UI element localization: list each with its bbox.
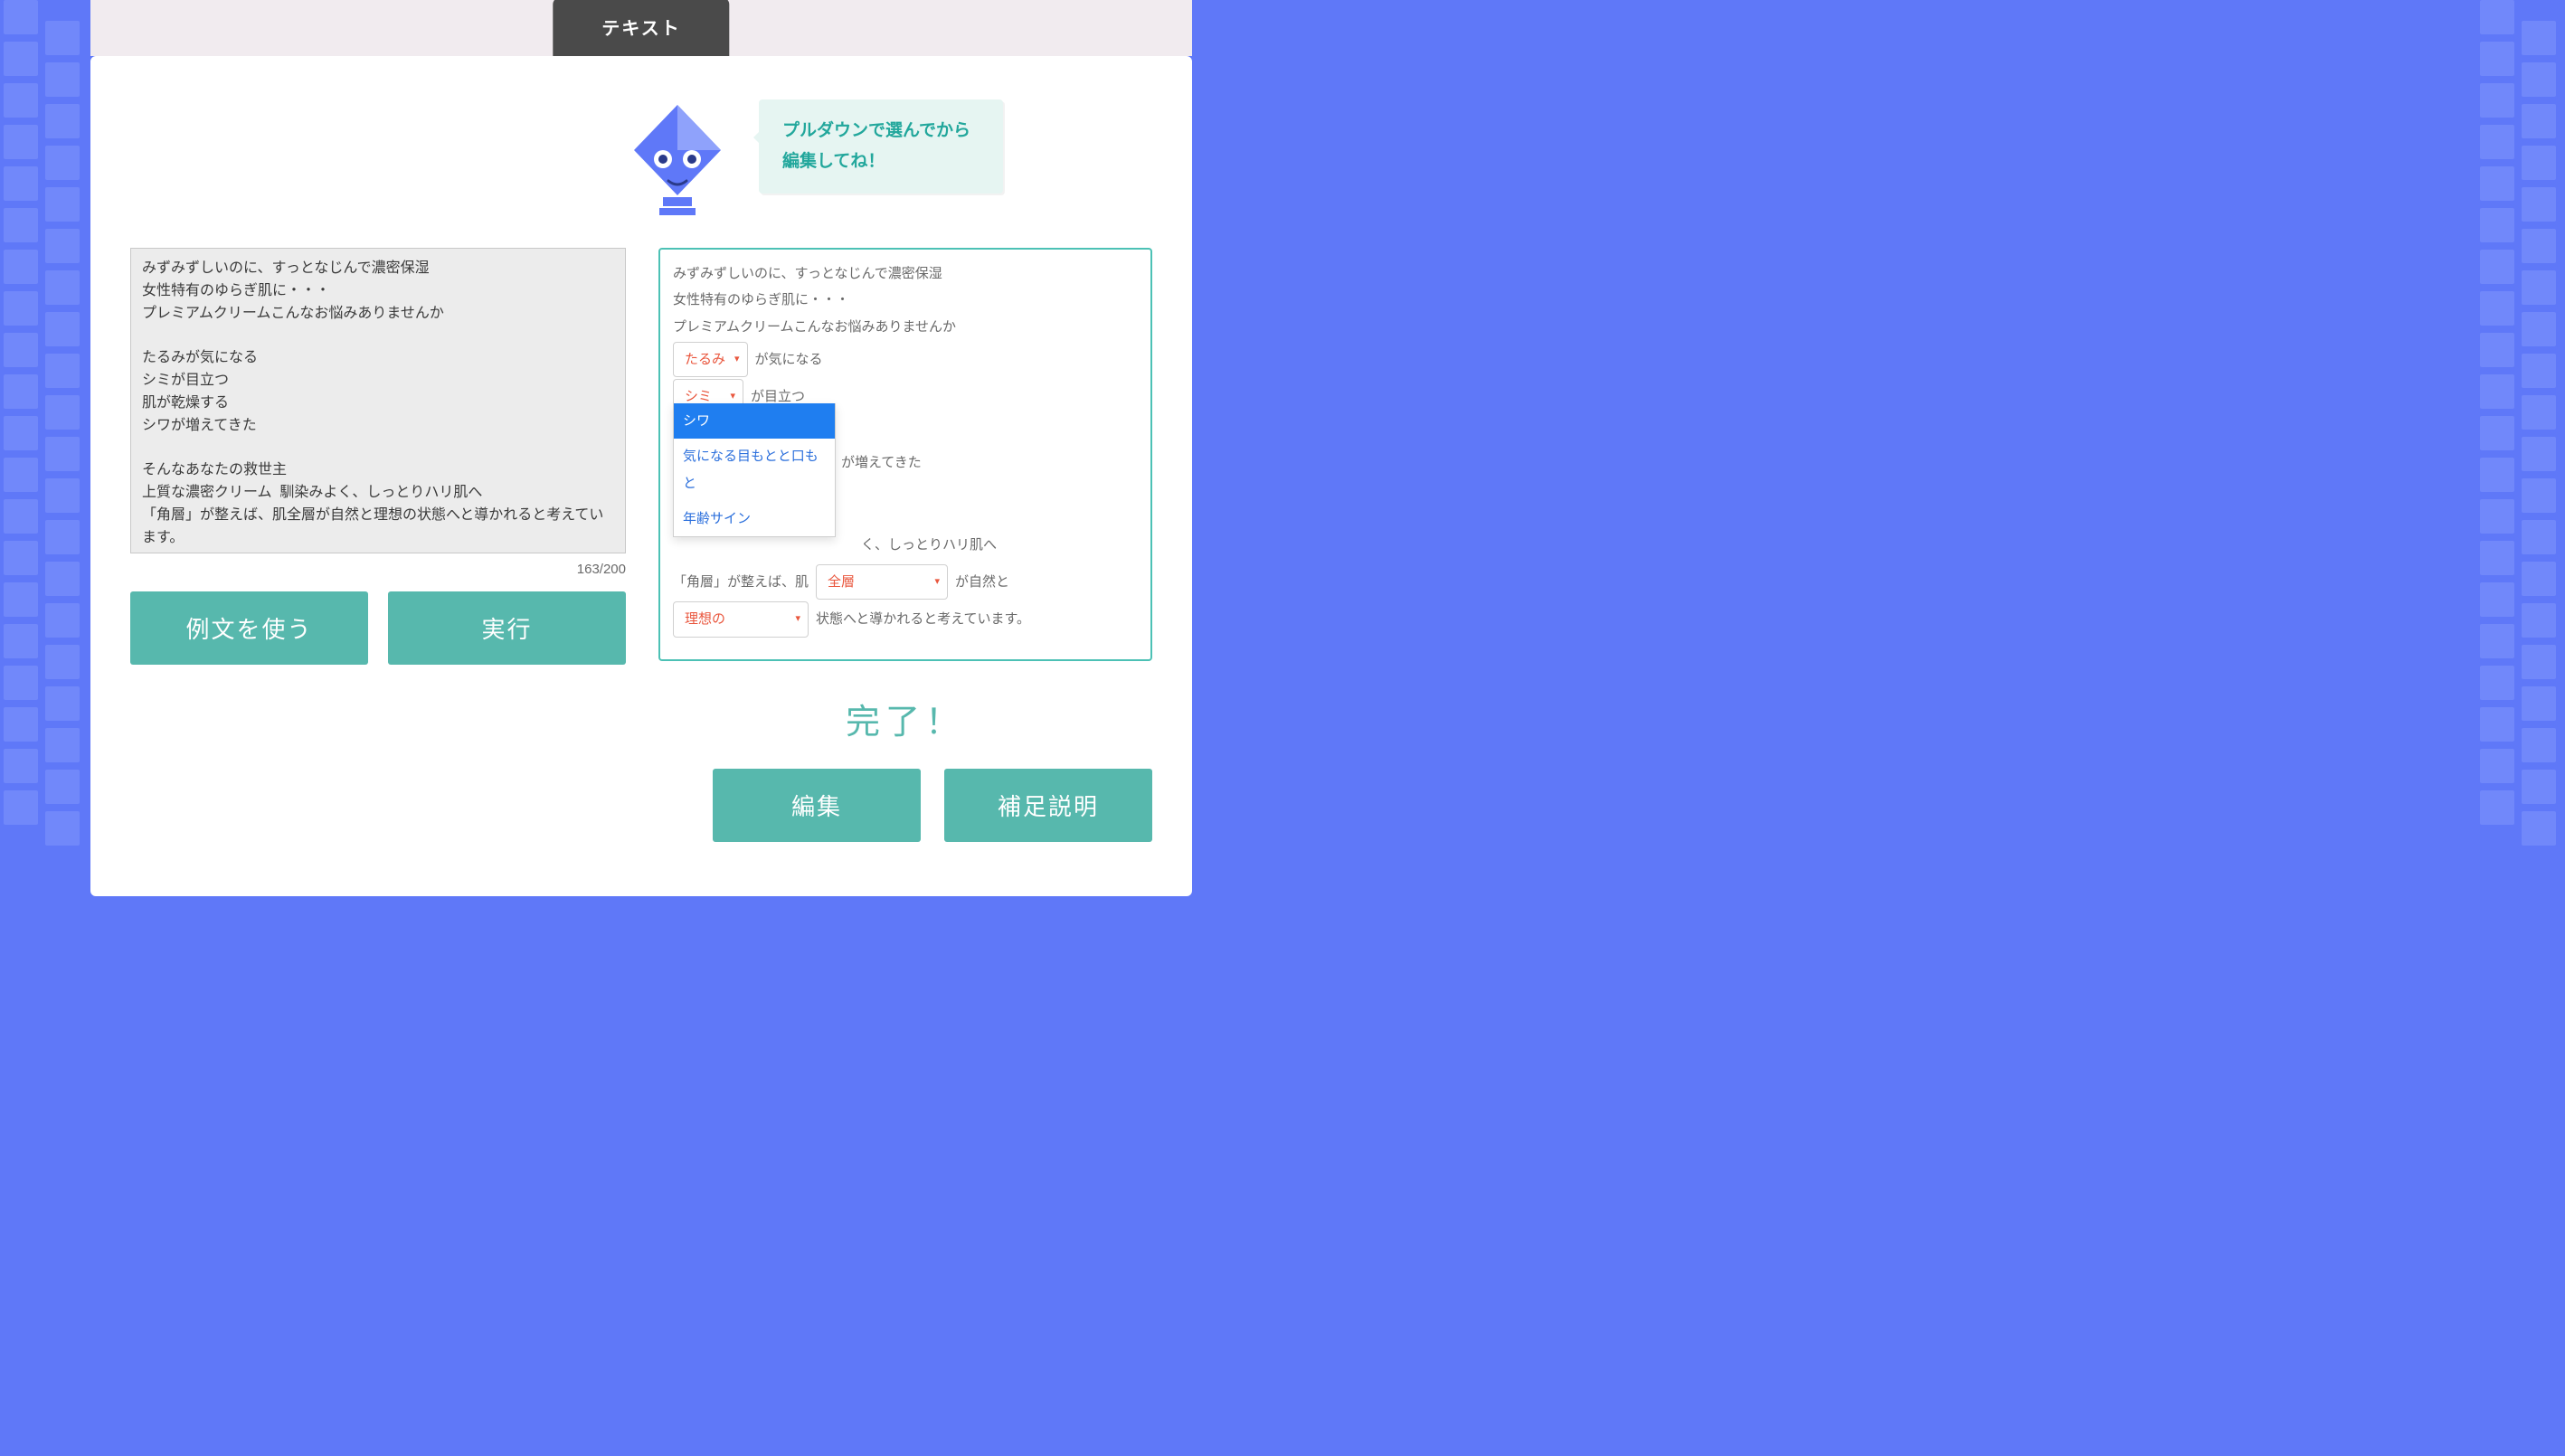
tab-text[interactable]: テキスト (553, 0, 729, 56)
dropdown-option-nenrei[interactable]: 年齢サイン (674, 501, 835, 536)
select-zensou-value: 全層 (828, 569, 855, 595)
row3-suffix: が増えてきた (841, 449, 922, 476)
row1-suffix: が気になる (755, 346, 823, 373)
decorative-grid-left (4, 0, 85, 1456)
select-risou[interactable]: 理想の ▾ (673, 601, 809, 637)
intro-line-2: 女性特有のゆらぎ肌に・・・ (673, 287, 1138, 313)
main-card: プルダウンで選んでから 編集してね！ 163/200 例文を使う 実行 みずみず… (90, 56, 1192, 896)
char-count: 163/200 (130, 562, 626, 577)
explain-button[interactable]: 補足説明 (944, 769, 1152, 842)
select-risou-value: 理想の (685, 606, 725, 632)
chevron-down-icon: ▾ (795, 610, 800, 629)
decorative-grid-right (2480, 0, 2561, 1456)
row5-suffix: が自然と (955, 569, 1009, 595)
speech-line-1: プルダウンで選んでから (782, 121, 970, 140)
mascot-pen-icon (623, 99, 732, 226)
run-button[interactable]: 実行 (388, 591, 626, 665)
intro-line-3: プレミアムクリームこんなお悩みありませんか (673, 314, 1138, 340)
row5-prefix: 「角層」が整えば、肌 (673, 569, 809, 595)
dropdown-option-shiwa[interactable]: シワ (674, 403, 835, 439)
intro-line-1: みずみずしいのに、すっとなじんで濃密保湿 (673, 260, 1138, 287)
select-zensou[interactable]: 全層 ▾ (816, 564, 948, 600)
select-tarumi-value: たるみ (685, 346, 725, 373)
result-panel: みずみずしいのに、すっとなじんで濃密保湿 女性特有のゆらぎ肌に・・・ プレミアム… (658, 248, 1152, 661)
chevron-down-icon: ▾ (734, 350, 740, 369)
done-label: 完了！ (658, 694, 1152, 743)
select-tarumi[interactable]: たるみ ▾ (673, 342, 748, 377)
row6-suffix: 状態へと導かれると考えています。 (816, 606, 1030, 632)
speech-line-2: 編集してね！ (782, 152, 885, 171)
source-textarea[interactable] (130, 248, 626, 553)
dropdown-option-memoto[interactable]: 気になる目もとと口もと (674, 439, 835, 501)
use-example-button[interactable]: 例文を使う (130, 591, 368, 665)
select-shiwa-dropdown[interactable]: シワ 気になる目もとと口もと 年齢サイン (673, 403, 836, 537)
header-band: テキスト (90, 0, 1192, 56)
edit-button[interactable]: 編集 (713, 769, 921, 842)
row4-suffix: く、しっとりハリ肌へ (861, 532, 997, 558)
speech-bubble: プルダウンで選んでから 編集してね！ (759, 99, 1003, 194)
chevron-down-icon: ▾ (934, 572, 940, 591)
